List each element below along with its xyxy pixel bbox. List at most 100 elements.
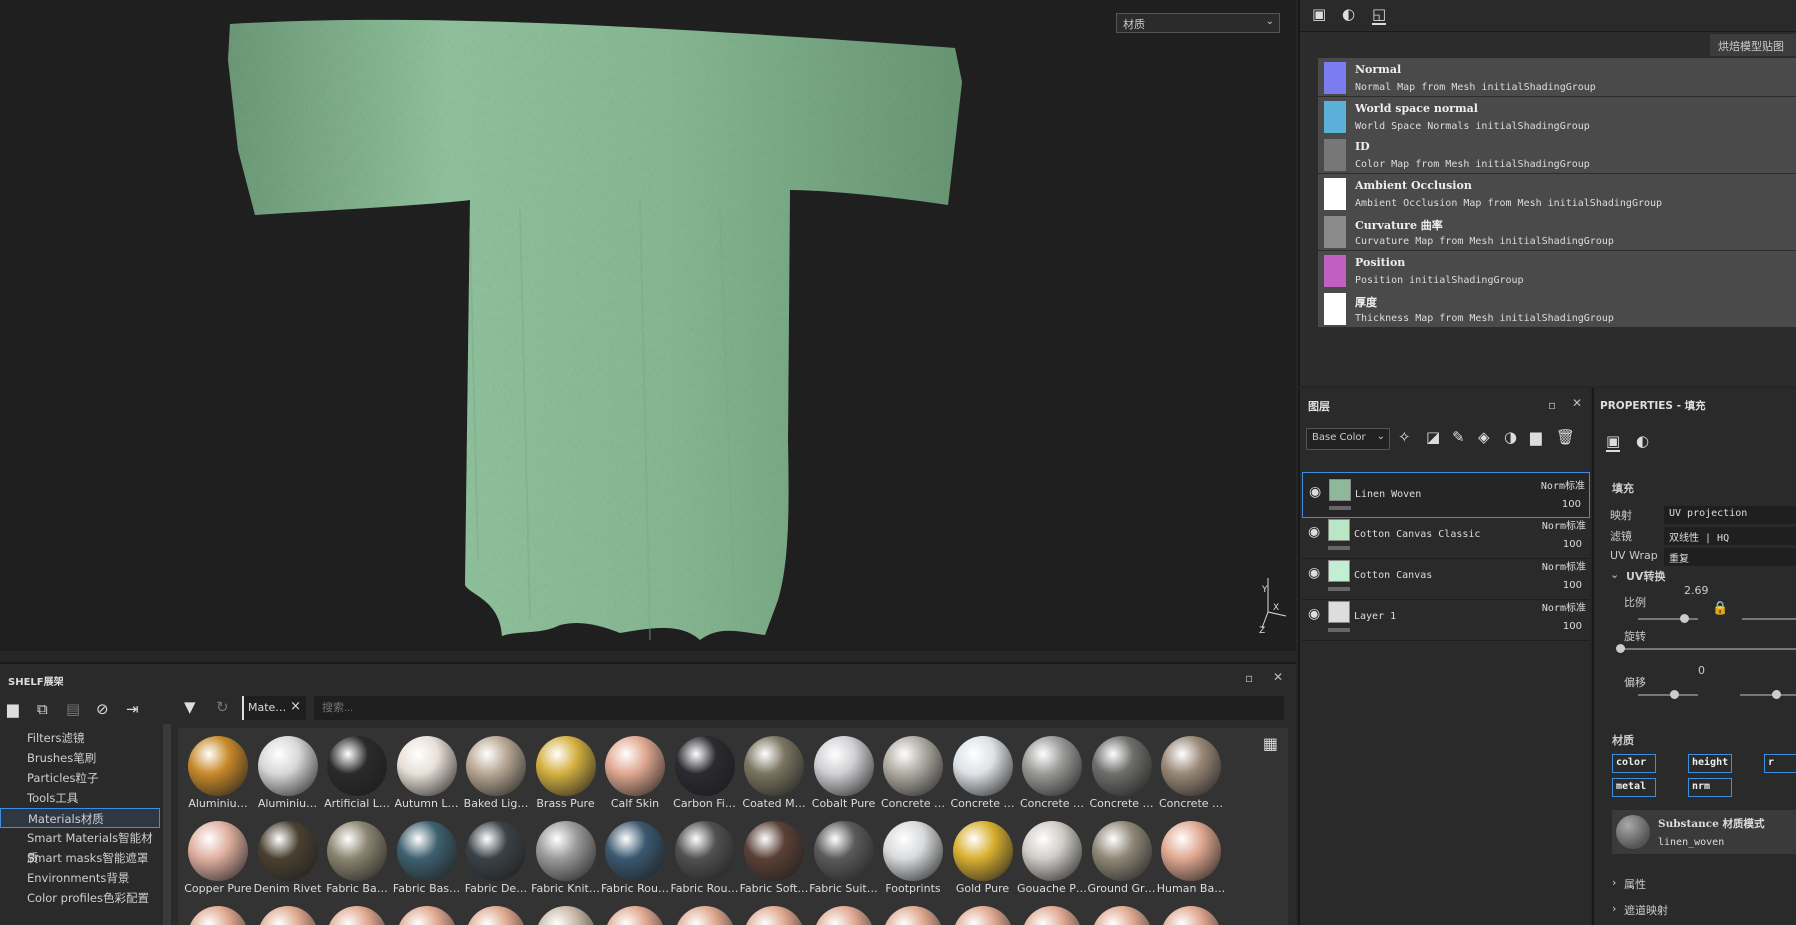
material-asset[interactable]: Brass Pure: [532, 734, 600, 814]
undock-icon[interactable]: ▫: [1245, 671, 1253, 685]
bake-map-item[interactable]: Position Position initialShadingGroup: [1318, 250, 1796, 292]
close-icon[interactable]: ✕: [1572, 396, 1582, 410]
bake-map-item[interactable]: ID Color Map from Mesh initialShadingGrou…: [1318, 135, 1796, 176]
uv-wrap-select[interactable]: 重复: [1664, 548, 1796, 566]
material-asset[interactable]: Gold Pure: [949, 819, 1017, 899]
material-asset[interactable]: Gouache P…: [1017, 819, 1087, 899]
shelf-category-item[interactable]: Filters滤镜: [0, 728, 160, 748]
material-asset[interactable]: Calf Skin: [601, 734, 669, 814]
material-preview-thumb[interactable]: [952, 906, 1013, 925]
save-icon[interactable]: ▤: [66, 700, 80, 718]
folder-icon[interactable]: ▆: [1530, 428, 1542, 446]
bake-map-item[interactable]: Normal Normal Map from Mesh initialShadin…: [1318, 58, 1796, 99]
bake-map-item[interactable]: World space normal World Space Normals in…: [1318, 96, 1796, 138]
bake-map-item[interactable]: Ambient Occlusion Ambient Occlusion Map f…: [1318, 173, 1796, 215]
import-icon[interactable]: ⧉: [37, 700, 48, 718]
eye-icon[interactable]: ◉: [1309, 484, 1321, 500]
material-asset[interactable]: Human Ba…: [1157, 819, 1225, 899]
viewport-channel-select[interactable]: 材质 ⌄: [1116, 13, 1280, 33]
layer-blend-mode[interactable]: Norm标准: [1541, 477, 1585, 492]
bake-tab-icon[interactable]: ◱: [1372, 5, 1387, 25]
smart-material-icon[interactable]: ◑: [1504, 428, 1517, 446]
material-preview-thumb[interactable]: [605, 906, 665, 925]
chevron-down-icon[interactable]: ⌄: [1610, 568, 1619, 581]
material-asset[interactable]: Fabric Rou…: [670, 819, 739, 899]
material-asset[interactable]: Copper Pure: [184, 819, 252, 899]
material-asset[interactable]: Fabric Soft…: [740, 819, 808, 899]
material-asset[interactable]: Ground Gr…: [1087, 819, 1156, 899]
material-preview-thumb[interactable]: [1091, 906, 1152, 925]
channel-mapping-section[interactable]: 遮道映射: [1624, 902, 1668, 918]
material-asset[interactable]: Coated M…: [740, 734, 808, 814]
material-asset[interactable]: Artificial L…: [323, 734, 391, 814]
undock-icon[interactable]: ▫: [1548, 398, 1556, 412]
refresh-icon[interactable]: ↻: [216, 698, 229, 716]
bake-map-item[interactable]: 厚度 Thickness Map from Mesh initialShading…: [1318, 289, 1796, 330]
material-asset[interactable]: Concrete …: [1088, 734, 1156, 814]
attributes-section[interactable]: 属性: [1624, 876, 1646, 892]
material-asset[interactable]: Fabric Ba…: [323, 819, 391, 899]
material-preview-thumb[interactable]: [466, 906, 526, 925]
material-asset[interactable]: Aluminiu…: [254, 734, 322, 814]
close-icon[interactable]: ✕: [1273, 670, 1283, 684]
channel-toggle-metal[interactable]: metal: [1612, 778, 1656, 797]
offset-u-slider-handle[interactable]: [1670, 690, 1679, 699]
filter-select[interactable]: 双线性 | HQ: [1664, 527, 1796, 545]
close-icon[interactable]: ×: [290, 699, 301, 714]
material-preview-thumb[interactable]: [1022, 906, 1082, 925]
eye-icon[interactable]: ◉: [1308, 565, 1320, 581]
shelf-category-item[interactable]: Smart Materials智能材质: [0, 828, 160, 865]
settings-tab-icon[interactable]: ▣: [1312, 5, 1326, 23]
material-preview-thumb[interactable]: [883, 906, 943, 925]
material-preview-thumb[interactable]: [744, 906, 804, 925]
shelf-category-item[interactable]: Tools工具: [0, 788, 160, 808]
shelf-category-item[interactable]: Materials材质: [0, 808, 160, 828]
chevron-right-icon[interactable]: ›: [1612, 876, 1616, 889]
layer-item[interactable]: ◉ Layer 1 Norm标准 100: [1302, 595, 1590, 641]
chevron-right-icon[interactable]: ›: [1612, 902, 1616, 915]
layer-opacity[interactable]: 100: [1563, 580, 1582, 591]
material-asset[interactable]: Autumn L…: [393, 734, 461, 814]
shelf-category-item[interactable]: Particles粒子: [0, 768, 160, 788]
material-asset[interactable]: Footprints: [879, 819, 947, 899]
bake-map-item[interactable]: Curvature 曲率 Curvature Map from Mesh init…: [1318, 212, 1796, 253]
scale-slider-track[interactable]: [1638, 618, 1698, 620]
material-tab-icon[interactable]: ◐: [1342, 5, 1355, 23]
layer-item[interactable]: ◉ Linen Woven Norm标准 100: [1302, 472, 1590, 518]
offset-u-slider-track[interactable]: [1638, 694, 1698, 696]
material-preview-thumb[interactable]: [396, 906, 457, 925]
offset-v-slider-handle[interactable]: [1772, 690, 1781, 699]
material-asset[interactable]: Concrete …: [949, 734, 1017, 814]
filter-icon[interactable]: ▼: [184, 698, 196, 716]
material-asset[interactable]: Denim Rivet: [254, 819, 322, 899]
offset-v-slider-track[interactable]: [1740, 694, 1796, 696]
lock-icon[interactable]: 🔒: [1712, 601, 1728, 616]
layer-opacity[interactable]: 100: [1563, 539, 1582, 550]
channel-toggle-height[interactable]: height: [1688, 754, 1732, 773]
substance-material-card[interactable]: Substance 材质模式 linen_woven: [1612, 810, 1796, 854]
material-asset[interactable]: Fabric Rou…: [601, 819, 669, 899]
channel-toggle-color[interactable]: color: [1612, 754, 1656, 773]
material-asset[interactable]: Fabric Knit…: [531, 819, 600, 899]
material-asset[interactable]: Baked Lig…: [462, 734, 530, 814]
rotate-slider-track[interactable]: [1618, 648, 1796, 650]
material-asset[interactable]: Fabric Suit…: [809, 819, 878, 899]
material-asset[interactable]: Aluminiu…: [184, 734, 252, 814]
material-preview-thumb[interactable]: [257, 906, 318, 925]
layer-item[interactable]: ◉ Cotton Canvas Classic Norm标准 100: [1302, 513, 1590, 559]
grid-view-icon[interactable]: ▦: [1263, 734, 1278, 753]
material-preview-thumb[interactable]: [813, 906, 874, 925]
bake-mesh-maps-button[interactable]: 烘焙模型贴图: [1710, 34, 1796, 56]
shelf-search-input[interactable]: [314, 696, 1284, 720]
layer-blend-mode[interactable]: Norm标准: [1542, 599, 1586, 614]
shelf-category-item[interactable]: Smart masks智能遮罩: [0, 848, 160, 868]
layer-item[interactable]: ◉ Cotton Canvas Norm标准 100: [1302, 554, 1590, 600]
material-asset[interactable]: Concrete …: [1018, 734, 1086, 814]
mapping-select[interactable]: UV projection: [1664, 506, 1796, 524]
layer-opacity[interactable]: 100: [1563, 621, 1582, 632]
export-icon[interactable]: ⇥: [126, 700, 139, 718]
add-mask-icon[interactable]: ◪: [1426, 428, 1440, 446]
material-asset[interactable]: Fabric Bas…: [393, 819, 461, 899]
layer-channel-select[interactable]: Base Color ⌄: [1306, 428, 1390, 450]
shelf-category-item[interactable]: Environments背景: [0, 868, 160, 888]
